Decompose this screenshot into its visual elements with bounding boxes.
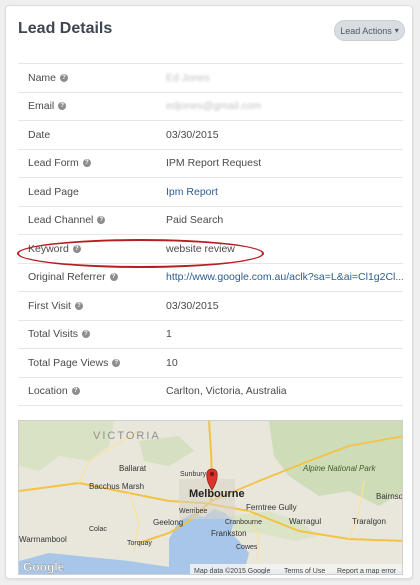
map-canvas[interactable]: VICTORIA Ballarat Bacchus Marsh Sunbury … [19,421,403,575]
row-label: Date [28,128,51,141]
keyword-value: website review [166,242,235,255]
original-referrer-link[interactable]: http://www.google.com.au/aclk?sa=L&ai=Cl… [166,271,403,283]
map-place-label: Ferntree Gully [246,503,297,512]
chevron-down-icon: ▾ [394,26,399,35]
map-place-label: Alpine National Park [302,464,376,473]
row-label: Lead Page [28,185,79,198]
table-row: Original Referrer? http://www.google.com… [18,264,403,292]
map-place-label: Werribee [179,508,207,515]
map-place-label: Geelong [153,518,183,527]
help-icon[interactable]: ? [82,330,90,339]
row-label: Email [28,100,55,113]
row-label: First Visit [28,299,71,312]
lead-form-value: IPM Report Request [166,157,262,170]
help-icon[interactable]: ? [74,301,83,310]
map-place-label: Melbourne [189,488,245,500]
table-row: Name? Ed Jones [18,64,403,93]
map-region-label: VICTORIA [93,430,161,442]
date-value: 03/30/2015 [166,128,219,141]
map-place-label: Ballarat [119,464,147,473]
help-icon[interactable]: ? [97,216,106,225]
row-label: Total Page Views [28,356,109,369]
table-row: Lead Channel? Paid Search [18,207,403,235]
table-row: Total Visits? 1 [18,321,403,349]
lead-channel-value: Paid Search [166,214,224,227]
table-row: Email? edjones@gmail.com [18,93,403,121]
location-value: Carlton, Victoria, Australia [166,385,287,398]
table-row: First Visit? 03/30/2015 [18,292,403,321]
help-icon[interactable]: ? [60,73,69,82]
lead-details-card: Lead Details Lead Actions ▾ Name? Ed Jon… [5,5,413,579]
help-icon[interactable]: ? [72,244,81,253]
map-place-label: Cranbourne [225,519,262,526]
table-row: Keyword? website review [18,235,403,264]
lead-actions-button[interactable]: Lead Actions ▾ [334,20,405,41]
help-icon[interactable]: ? [82,159,91,168]
row-label: Location [28,385,68,398]
help-icon[interactable]: ? [112,358,121,367]
map-place-label: Traralgon [352,517,386,526]
first-visit-value: 03/30/2015 [166,299,219,312]
page-title: Lead Details [18,20,113,37]
total-page-views-value: 10 [166,356,178,369]
table-row: Total Page Views? 10 [18,349,403,378]
total-visits-value: 1 [166,328,172,341]
table-row: Lead Page Ipm Report [18,178,403,207]
table-row: Location? Carlton, Victoria, Australia [18,378,403,406]
map-place-label: Warrnambool [19,535,67,544]
lead-actions-label: Lead Actions [340,25,392,36]
name-value: Ed Jones [166,71,210,84]
terms-of-use-link[interactable]: Terms of Use [284,568,325,575]
report-map-error-link[interactable]: Report a map error [337,568,397,575]
row-label: Lead Form [28,157,79,170]
row-label: Original Referrer [28,271,106,284]
map-place-label: Bairnsdale [376,492,403,501]
row-label: Keyword [28,242,69,255]
lead-details-table: Name? Ed Jones Email? edjones@gmail.com … [18,63,403,406]
email-value: edjones@gmail.com [166,100,262,113]
map-place-label: Warragul [289,517,321,526]
map-place-label: Bacchus Marsh [89,482,144,491]
location-map[interactable]: VICTORIA Ballarat Bacchus Marsh Sunbury … [18,420,403,575]
google-logo: Google [23,560,65,574]
row-label: Name [28,71,57,84]
help-icon[interactable]: ? [109,273,118,282]
row-label: Lead Channel [28,214,94,227]
lead-page-link[interactable]: Ipm Report [166,186,403,198]
row-label: Total Visits [28,328,78,341]
map-place-label: Sunbury [180,471,207,478]
table-row: Lead Form? IPM Report Request [18,150,403,178]
map-place-label: Colac [89,526,107,533]
map-place-label: Torquay [127,540,152,547]
map-place-label: Cowes [236,544,258,551]
map-data-attribution: Map data ©2015 Google [194,567,270,575]
table-row: Date 03/30/2015 [18,121,403,150]
help-icon[interactable]: ? [71,387,80,396]
map-place-label: Frankston [211,529,247,538]
help-icon[interactable]: ? [58,102,67,111]
